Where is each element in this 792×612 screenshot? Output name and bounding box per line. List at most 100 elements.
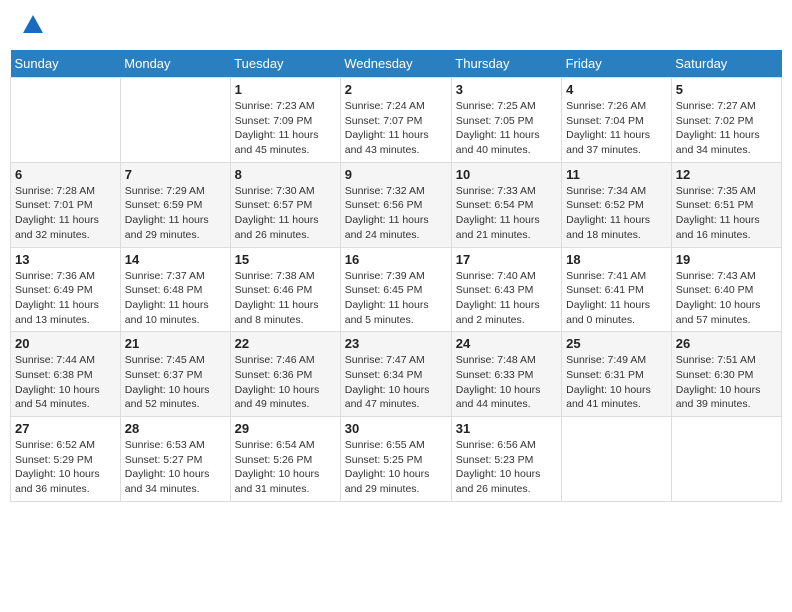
day-number: 29 — [235, 421, 336, 436]
daylight: Daylight: 11 hours and 10 minutes. — [125, 299, 209, 326]
day-number: 22 — [235, 336, 336, 351]
calendar-cell: 3 Sunrise: 7:25 AM Sunset: 7:05 PM Dayli… — [451, 78, 561, 163]
calendar-cell: 15 Sunrise: 7:38 AM Sunset: 6:46 PM Dayl… — [230, 247, 340, 332]
day-info: Sunrise: 6:53 AM Sunset: 5:27 PM Dayligh… — [125, 438, 226, 497]
sunset: Sunset: 5:29 PM — [15, 454, 93, 466]
day-number: 7 — [125, 167, 226, 182]
sunset: Sunset: 6:49 PM — [15, 284, 93, 296]
day-number: 13 — [15, 252, 116, 267]
sunset: Sunset: 7:04 PM — [566, 115, 644, 127]
day-info: Sunrise: 7:27 AM Sunset: 7:02 PM Dayligh… — [676, 99, 777, 158]
daylight: Daylight: 11 hours and 32 minutes. — [15, 214, 99, 241]
calendar-cell: 24 Sunrise: 7:48 AM Sunset: 6:33 PM Dayl… — [451, 332, 561, 417]
day-info: Sunrise: 7:51 AM Sunset: 6:30 PM Dayligh… — [676, 353, 777, 412]
daylight: Daylight: 11 hours and 21 minutes. — [456, 214, 540, 241]
day-number: 1 — [235, 82, 336, 97]
sunrise: Sunrise: 7:27 AM — [676, 100, 756, 112]
daylight: Daylight: 11 hours and 18 minutes. — [566, 214, 650, 241]
sunset: Sunset: 6:41 PM — [566, 284, 644, 296]
calendar-cell: 8 Sunrise: 7:30 AM Sunset: 6:57 PM Dayli… — [230, 162, 340, 247]
calendar-cell: 16 Sunrise: 7:39 AM Sunset: 6:45 PM Dayl… — [340, 247, 451, 332]
sunset: Sunset: 5:26 PM — [235, 454, 313, 466]
calendar-cell: 26 Sunrise: 7:51 AM Sunset: 6:30 PM Dayl… — [671, 332, 781, 417]
calendar-cell: 12 Sunrise: 7:35 AM Sunset: 6:51 PM Dayl… — [671, 162, 781, 247]
logo-triangle-icon — [23, 15, 43, 33]
calendar-cell: 25 Sunrise: 7:49 AM Sunset: 6:31 PM Dayl… — [562, 332, 672, 417]
day-number: 31 — [456, 421, 557, 436]
day-number: 18 — [566, 252, 667, 267]
header — [10, 10, 782, 40]
day-info: Sunrise: 6:54 AM Sunset: 5:26 PM Dayligh… — [235, 438, 336, 497]
day-number: 20 — [15, 336, 116, 351]
sunset: Sunset: 6:54 PM — [456, 199, 534, 211]
week-row-3: 13 Sunrise: 7:36 AM Sunset: 6:49 PM Dayl… — [11, 247, 782, 332]
daylight: Daylight: 11 hours and 29 minutes. — [125, 214, 209, 241]
sunset: Sunset: 7:07 PM — [345, 115, 423, 127]
day-info: Sunrise: 7:26 AM Sunset: 7:04 PM Dayligh… — [566, 99, 667, 158]
day-number: 28 — [125, 421, 226, 436]
day-number: 25 — [566, 336, 667, 351]
daylight: Daylight: 10 hours and 26 minutes. — [456, 468, 541, 495]
day-info: Sunrise: 7:33 AM Sunset: 6:54 PM Dayligh… — [456, 184, 557, 243]
calendar-cell: 5 Sunrise: 7:27 AM Sunset: 7:02 PM Dayli… — [671, 78, 781, 163]
day-of-week-saturday: Saturday — [671, 50, 781, 78]
sunset: Sunset: 6:56 PM — [345, 199, 423, 211]
calendar-cell: 9 Sunrise: 7:32 AM Sunset: 6:56 PM Dayli… — [340, 162, 451, 247]
sunrise: Sunrise: 7:39 AM — [345, 270, 425, 282]
sunrise: Sunrise: 6:55 AM — [345, 439, 425, 451]
day-number: 21 — [125, 336, 226, 351]
sunrise: Sunrise: 6:52 AM — [15, 439, 95, 451]
day-of-week-wednesday: Wednesday — [340, 50, 451, 78]
sunset: Sunset: 6:40 PM — [676, 284, 754, 296]
day-of-week-friday: Friday — [562, 50, 672, 78]
calendar-cell — [671, 417, 781, 502]
day-of-week-sunday: Sunday — [11, 50, 121, 78]
daylight: Daylight: 11 hours and 5 minutes. — [345, 299, 429, 326]
sunset: Sunset: 5:27 PM — [125, 454, 203, 466]
sunset: Sunset: 5:23 PM — [456, 454, 534, 466]
sunrise: Sunrise: 7:29 AM — [125, 185, 205, 197]
day-info: Sunrise: 7:32 AM Sunset: 6:56 PM Dayligh… — [345, 184, 447, 243]
day-info: Sunrise: 7:40 AM Sunset: 6:43 PM Dayligh… — [456, 269, 557, 328]
sunrise: Sunrise: 7:37 AM — [125, 270, 205, 282]
day-number: 27 — [15, 421, 116, 436]
sunrise: Sunrise: 7:48 AM — [456, 354, 536, 366]
day-info: Sunrise: 7:37 AM Sunset: 6:48 PM Dayligh… — [125, 269, 226, 328]
sunset: Sunset: 7:05 PM — [456, 115, 534, 127]
sunset: Sunset: 7:09 PM — [235, 115, 313, 127]
calendar-cell: 14 Sunrise: 7:37 AM Sunset: 6:48 PM Dayl… — [120, 247, 230, 332]
sunrise: Sunrise: 7:36 AM — [15, 270, 95, 282]
daylight: Daylight: 11 hours and 43 minutes. — [345, 129, 429, 156]
calendar-cell: 22 Sunrise: 7:46 AM Sunset: 6:36 PM Dayl… — [230, 332, 340, 417]
sunrise: Sunrise: 7:40 AM — [456, 270, 536, 282]
day-info: Sunrise: 7:48 AM Sunset: 6:33 PM Dayligh… — [456, 353, 557, 412]
calendar-cell: 1 Sunrise: 7:23 AM Sunset: 7:09 PM Dayli… — [230, 78, 340, 163]
day-info: Sunrise: 7:34 AM Sunset: 6:52 PM Dayligh… — [566, 184, 667, 243]
calendar-cell: 13 Sunrise: 7:36 AM Sunset: 6:49 PM Dayl… — [11, 247, 121, 332]
calendar-cell: 4 Sunrise: 7:26 AM Sunset: 7:04 PM Dayli… — [562, 78, 672, 163]
daylight: Daylight: 10 hours and 47 minutes. — [345, 384, 430, 411]
sunrise: Sunrise: 7:35 AM — [676, 185, 756, 197]
sunset: Sunset: 6:36 PM — [235, 369, 313, 381]
daylight: Daylight: 10 hours and 34 minutes. — [125, 468, 210, 495]
day-info: Sunrise: 7:25 AM Sunset: 7:05 PM Dayligh… — [456, 99, 557, 158]
calendar-cell: 31 Sunrise: 6:56 AM Sunset: 5:23 PM Dayl… — [451, 417, 561, 502]
daylight: Daylight: 10 hours and 29 minutes. — [345, 468, 430, 495]
sunset: Sunset: 5:25 PM — [345, 454, 423, 466]
sunset: Sunset: 6:57 PM — [235, 199, 313, 211]
calendar-cell: 19 Sunrise: 7:43 AM Sunset: 6:40 PM Dayl… — [671, 247, 781, 332]
sunrise: Sunrise: 7:25 AM — [456, 100, 536, 112]
sunset: Sunset: 6:45 PM — [345, 284, 423, 296]
day-number: 19 — [676, 252, 777, 267]
day-info: Sunrise: 7:35 AM Sunset: 6:51 PM Dayligh… — [676, 184, 777, 243]
day-number: 8 — [235, 167, 336, 182]
sunrise: Sunrise: 6:53 AM — [125, 439, 205, 451]
sunrise: Sunrise: 7:44 AM — [15, 354, 95, 366]
day-info: Sunrise: 6:56 AM Sunset: 5:23 PM Dayligh… — [456, 438, 557, 497]
daylight: Daylight: 10 hours and 36 minutes. — [15, 468, 100, 495]
day-info: Sunrise: 7:38 AM Sunset: 6:46 PM Dayligh… — [235, 269, 336, 328]
day-number: 5 — [676, 82, 777, 97]
day-info: Sunrise: 7:23 AM Sunset: 7:09 PM Dayligh… — [235, 99, 336, 158]
day-info: Sunrise: 7:29 AM Sunset: 6:59 PM Dayligh… — [125, 184, 226, 243]
calendar-cell: 23 Sunrise: 7:47 AM Sunset: 6:34 PM Dayl… — [340, 332, 451, 417]
